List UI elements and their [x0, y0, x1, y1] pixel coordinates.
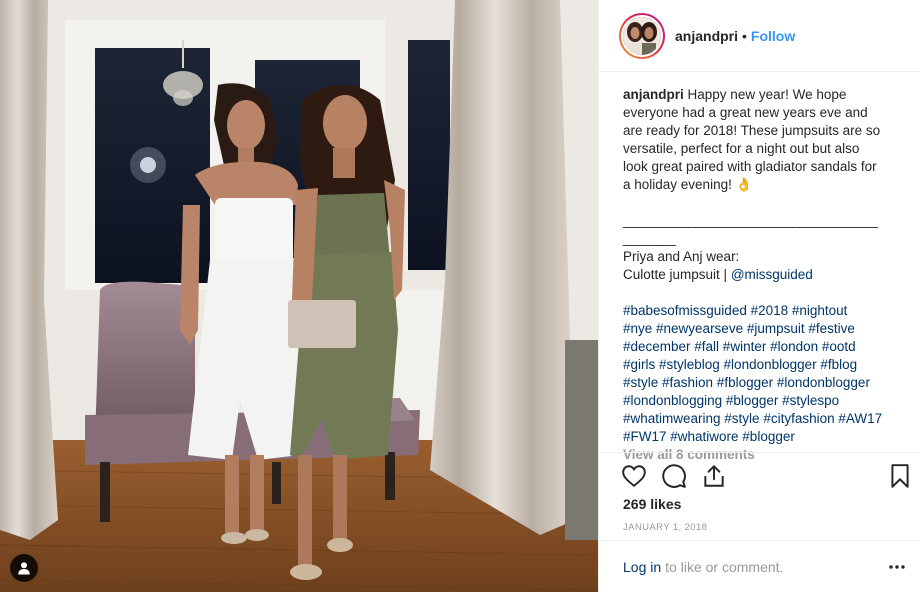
login-link[interactable]: Log in [623, 559, 661, 575]
ellipsis-icon[interactable] [888, 559, 906, 575]
follow-button[interactable]: Follow [751, 28, 795, 44]
caption-username[interactable]: anjandpri [623, 87, 684, 102]
outfit-text: Culotte jumpsuit | [623, 267, 731, 282]
hashtag-line[interactable]: #babesofmissguided #2018 #nightout [623, 302, 898, 320]
avatar[interactable] [621, 14, 663, 57]
user-tag-icon [18, 562, 30, 575]
hashtag-line[interactable]: #whatimwearing #style #cityfashion #AW17 [623, 410, 898, 428]
bookmark-icon[interactable] [887, 463, 913, 489]
likes-count[interactable]: 269 likes [623, 496, 681, 512]
hashtag-line[interactable]: #FW17 #whatiwore #blogger [623, 428, 898, 446]
post-date[interactable]: JANUARY 1, 2018 [623, 522, 707, 533]
mention-link[interactable]: @missguided [731, 267, 813, 282]
header-dot-separator: • [742, 27, 747, 44]
caption-line: versatile, perfect for a night out but a… [623, 141, 860, 156]
hashtag-line[interactable]: #nye #newyearseve #jumpsuit #festive [623, 320, 898, 338]
comment-icon[interactable] [661, 463, 687, 489]
post-details-panel: anjandpri • Follow anjandpri Happy new y… [598, 0, 920, 592]
heart-icon[interactable] [621, 463, 647, 489]
caption-line: a holiday evening! 👌 [623, 177, 753, 192]
avatar-image [623, 16, 661, 55]
post-photo-image [0, 0, 598, 592]
caption: anjandpri Happy new year! We hope everyo… [623, 86, 898, 194]
login-hint-text: to like or comment. [665, 558, 784, 575]
outfit-line: Culotte jumpsuit | @missguided [623, 266, 898, 284]
post-header: anjandpri • Follow [599, 0, 920, 72]
user-tag-button[interactable] [10, 554, 38, 582]
wear-line: Priya and Anj wear: [623, 249, 740, 264]
separator-line: _______________________________________ [623, 213, 878, 228]
hashtag-line[interactable]: #londonblogging #blogger #stylespo [623, 392, 898, 410]
action-bar [599, 452, 920, 500]
caption-line: Happy new year! We hope [687, 87, 847, 102]
hashtag-line[interactable]: #december #fall #winter #london #ootd [623, 338, 898, 356]
hashtag-line[interactable]: #style #fashion #fblogger #londonblogger [623, 374, 898, 392]
caption-block: anjandpri Happy new year! We hope everyo… [623, 86, 898, 464]
post-photo[interactable] [0, 0, 598, 592]
caption-line: are ready for 2018! These jumpsuits are … [623, 123, 881, 138]
caption-line: look great paired with gladiator sandals… [623, 159, 877, 174]
caption-line: everyone had a great new years eve and [623, 105, 868, 120]
header-username[interactable]: anjandpri [675, 28, 738, 44]
avatar-story-ring[interactable] [619, 12, 665, 59]
hashtag-line[interactable]: #girls #styleblog #londonblogger #fblog [623, 356, 898, 374]
share-icon[interactable] [701, 463, 727, 489]
login-footer: Log in to like or comment. [599, 540, 920, 592]
separator-line: ________ [623, 231, 676, 246]
